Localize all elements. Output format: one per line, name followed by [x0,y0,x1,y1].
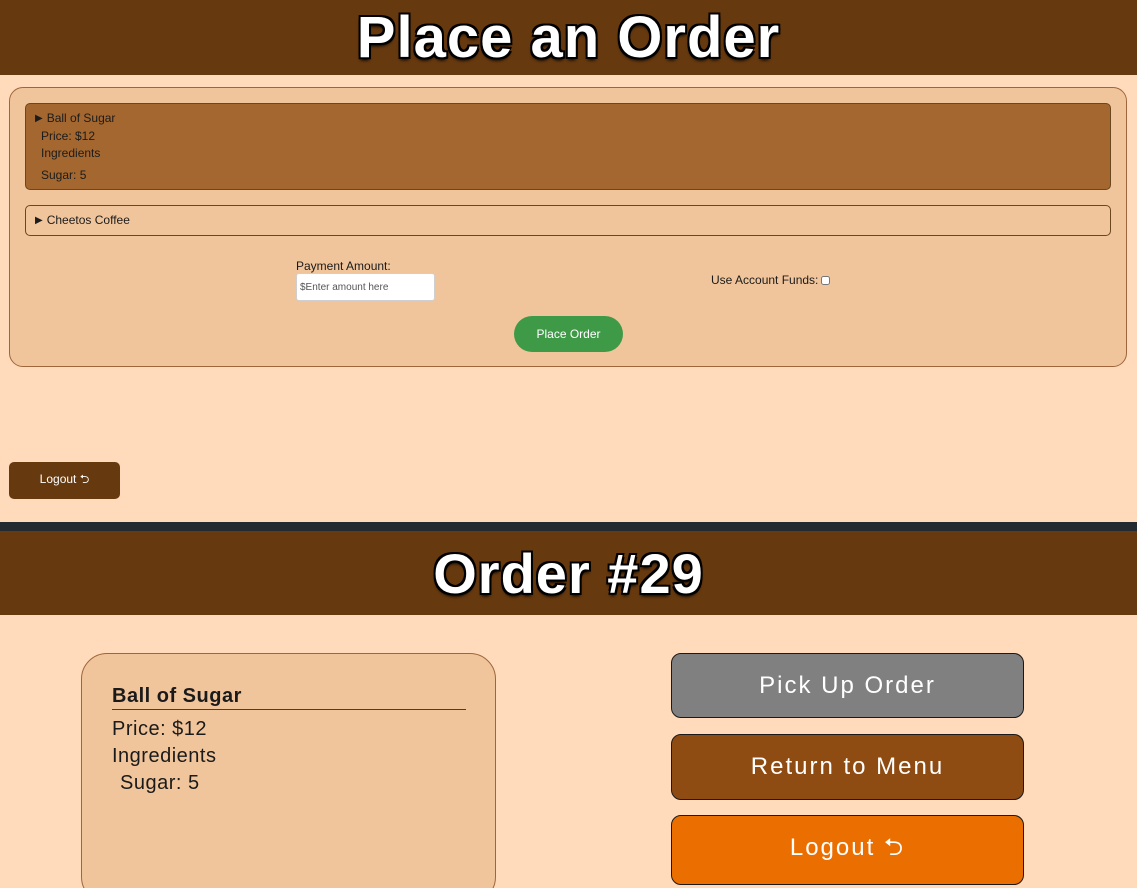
logout-button[interactable]: Logout ⮌ [9,462,120,499]
item-price: Price: $12 [41,129,96,143]
menu-item-cheetos-coffee[interactable]: ▶ Cheetos Coffee [25,205,1111,236]
logout-button[interactable]: Logout ⮌ [671,815,1024,885]
triangle-right-icon: ▶ [35,112,43,124]
page-header: Place an Order [0,0,1137,75]
order-item-price: Price: $12 [112,718,208,740]
payment-amount-input[interactable] [296,273,435,301]
order-title: Order #29 [433,541,704,605]
order-item-ingredient: Sugar: 5 [120,772,200,794]
order-header: Order #29 [0,531,1137,615]
item-name: Ball of Sugar [46,111,116,125]
pane-divider [0,522,1137,531]
order-item-name: Ball of Sugar [112,685,466,710]
use-account-funds-label: Use Account Funds: [711,273,819,287]
item-name: Cheetos Coffee [46,213,130,227]
pick-up-order-button[interactable]: Pick Up Order [671,653,1024,718]
item-ingredient: Sugar: 5 [41,168,87,182]
payment-amount-label: Payment Amount: [296,259,391,273]
order-form-panel: ▶ Ball of Sugar Price: $12 Ingredients S… [9,87,1127,367]
use-account-funds: Use Account Funds: [711,273,831,287]
place-order-pane: Place an Order ▶ Ball of Sugar Price: $1… [0,0,1137,522]
use-account-funds-checkbox[interactable] [821,275,831,285]
item-ingredients-label: Ingredients [41,146,101,160]
order-item-ingredients-label: Ingredients [112,745,217,767]
order-item-card: Ball of Sugar Price: $12 Ingredients Sug… [81,653,496,888]
triangle-right-icon: ▶ [35,214,43,226]
return-to-menu-button[interactable]: Return to Menu [671,734,1024,800]
item-summary[interactable]: ▶ Ball of Sugar [35,111,115,125]
page-title: Place an Order [356,5,781,70]
item-summary[interactable]: ▶ Cheetos Coffee [35,213,130,227]
menu-item-ball-of-sugar[interactable]: ▶ Ball of Sugar Price: $12 Ingredients S… [25,103,1111,190]
place-order-button[interactable]: Place Order [514,316,623,352]
